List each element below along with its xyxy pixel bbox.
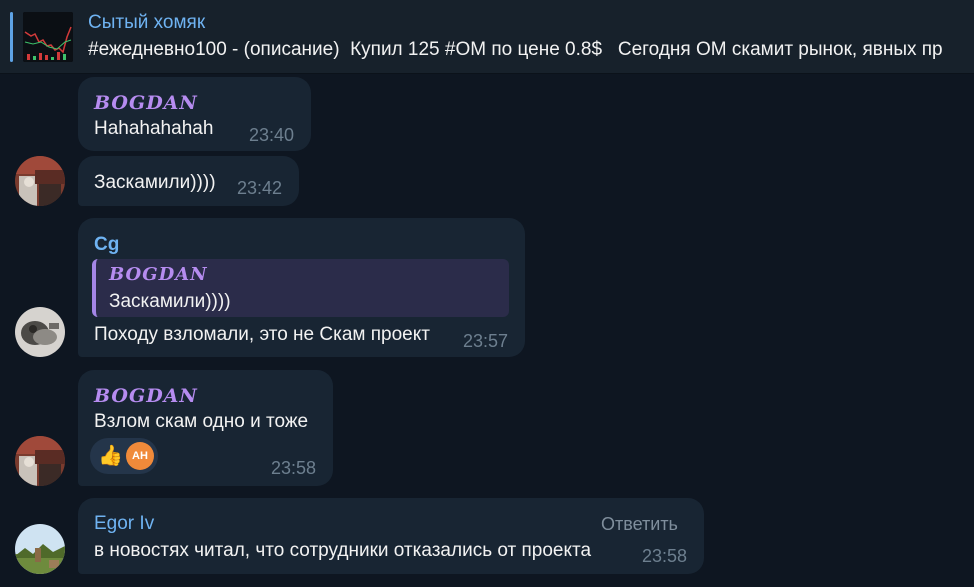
- avatar[interactable]: [15, 156, 65, 206]
- quote-text: Заскамили)))): [109, 291, 231, 312]
- message-sender[interactable]: BOGDAN: [94, 385, 198, 407]
- message-text: Заскамили)))): [94, 172, 216, 193]
- message-text: в новостях читал, что сотрудники отказал…: [94, 540, 592, 561]
- message-time: 23:57: [463, 331, 509, 351]
- avatar[interactable]: [15, 524, 65, 574]
- message-bubble[interactable]: Заскамили)))) 23:42: [78, 156, 299, 206]
- pinned-channel-title: Сытый хомяк: [88, 12, 206, 33]
- message-text: Походу взломали, это не Скам проект: [94, 324, 430, 345]
- message-bubble[interactable]: BOGDAN Взлом скам одно и тоже 👍 AH 23:58: [78, 370, 333, 486]
- avatar[interactable]: [15, 436, 65, 486]
- message-text: Hahahahahah: [94, 118, 214, 139]
- message-sender[interactable]: Egor Iv: [94, 513, 154, 535]
- message-bubble[interactable]: Egor Iv Ответить в новостях читал, что с…: [78, 498, 704, 574]
- message-time: 23:40: [249, 125, 295, 145]
- pinned-message-bar[interactable]: Сытый хомяк #ежедневно100 - (описание) К…: [0, 0, 974, 74]
- message-sender[interactable]: Cg: [94, 234, 119, 256]
- quote-sender: BOGDAN: [109, 264, 208, 285]
- message-bubble[interactable]: Cg BOGDAN Заскамили)))) Походу взломали,…: [78, 218, 525, 357]
- reaction-pill[interactable]: 👍 AH: [90, 438, 158, 474]
- pinned-chart-thumbnail: [23, 12, 73, 62]
- avatar[interactable]: [15, 307, 65, 357]
- message-sender[interactable]: BOGDAN: [94, 92, 198, 114]
- message-time: 23:58: [642, 546, 688, 566]
- reply-quote[interactable]: BOGDAN Заскамили)))): [92, 259, 509, 317]
- message-time: 23:58: [271, 458, 317, 478]
- message-time: 23:42: [237, 178, 283, 198]
- pinned-message-text: #ежедневно100 - (описание) Купил 125 #OM…: [88, 39, 943, 60]
- message-bubble[interactable]: BOGDAN Hahahahahah 23:40: [78, 77, 311, 151]
- pinned-accent-bar: [10, 12, 13, 62]
- thumbs-up-icon: 👍: [98, 443, 123, 467]
- reactor-avatar: AH: [126, 442, 154, 470]
- reply-button[interactable]: Ответить: [601, 514, 678, 535]
- message-text: Взлом скам одно и тоже: [94, 411, 309, 432]
